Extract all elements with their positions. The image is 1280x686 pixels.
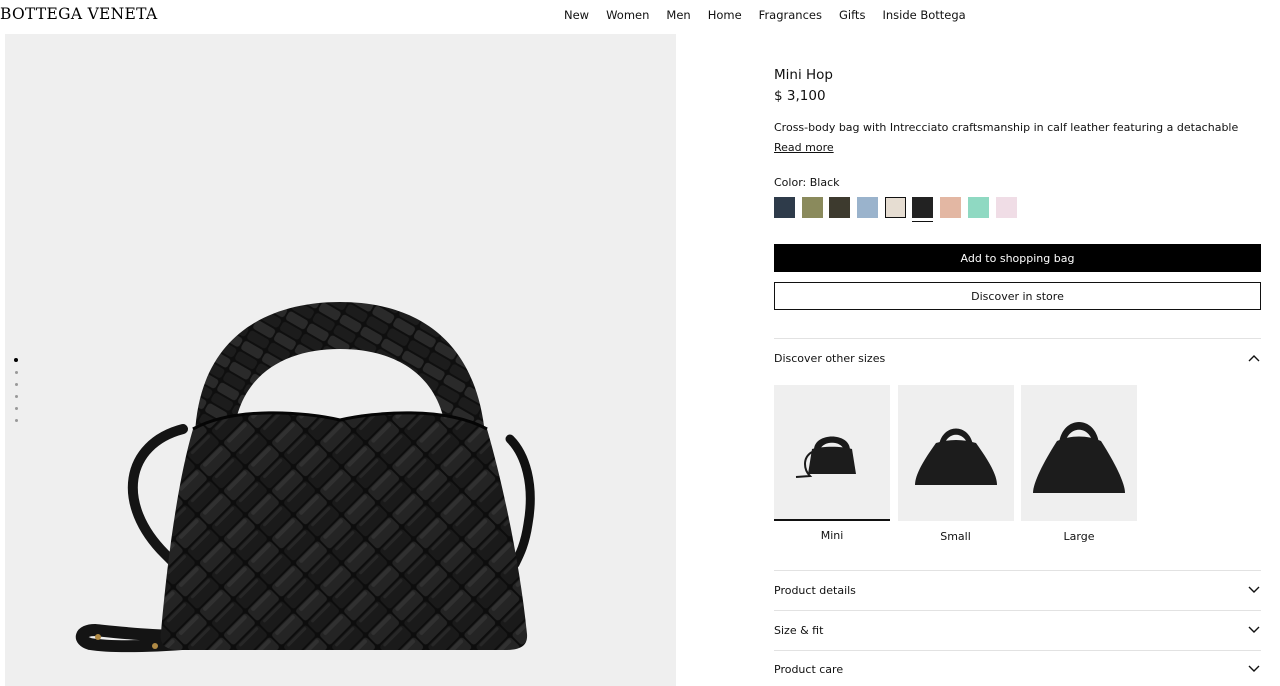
- divider: [774, 610, 1261, 611]
- accordion-size-fit-label: Size & fit: [774, 623, 824, 637]
- size-thumb-mini: [774, 385, 890, 521]
- gallery-dot-4[interactable]: [14, 395, 18, 398]
- gallery-dot-5[interactable]: [14, 407, 18, 410]
- accordion-size-fit[interactable]: Size & fit: [774, 620, 1261, 640]
- color-swatch-pink[interactable]: [995, 197, 1017, 218]
- accordion-product-details[interactable]: Product details: [774, 580, 1261, 600]
- size-options: Mini Small Large: [774, 385, 1145, 543]
- woven-black-handbag-image: [75, 302, 535, 653]
- product-description-text: Cross-body bag with Intrecciato craftsma…: [774, 121, 1239, 134]
- nav-item-inside-bottega[interactable]: Inside Bottega: [882, 8, 965, 22]
- gallery-pagination: [14, 358, 18, 422]
- small-bag-icon: [914, 428, 997, 485]
- nav-item-fragrances[interactable]: Fragrances: [759, 8, 822, 22]
- product-image-gallery[interactable]: [5, 34, 676, 686]
- nav-item-home[interactable]: Home: [708, 8, 742, 22]
- size-card-mini[interactable]: Mini: [774, 385, 890, 543]
- size-card-small[interactable]: Small: [897, 385, 1014, 543]
- nav-item-women[interactable]: Women: [606, 8, 649, 22]
- large-bag-icon: [1033, 422, 1125, 493]
- size-label-small: Small: [940, 530, 971, 543]
- color-swatch-black[interactable]: [912, 197, 934, 222]
- accordion-other-sizes-label: Discover other sizes: [774, 351, 886, 365]
- color-swatch-peach[interactable]: [940, 197, 962, 218]
- size-thumb-small: [897, 385, 1014, 521]
- gallery-dot-6[interactable]: [14, 419, 18, 422]
- gallery-dot-3[interactable]: [14, 383, 18, 386]
- main-nav: New Women Men Home Fragrances Gifts Insi…: [564, 8, 983, 22]
- color-swatch-cream[interactable]: [884, 197, 906, 218]
- product-price: $ 3,100: [774, 88, 826, 104]
- brand-logo[interactable]: BOTTEGA VENETA: [0, 5, 157, 23]
- divider: [774, 570, 1261, 571]
- size-thumb-large: [1021, 385, 1137, 521]
- accordion-product-details-label: Product details: [774, 583, 856, 597]
- gallery-dot-2[interactable]: [14, 371, 18, 374]
- color-swatch-light-blue[interactable]: [857, 197, 879, 218]
- discover-in-store-button[interactable]: Discover in store: [774, 282, 1261, 310]
- read-more-link[interactable]: Read more: [774, 141, 834, 154]
- product-title: Mini Hop: [774, 67, 833, 83]
- chevron-up-icon: [1247, 351, 1261, 365]
- product-description: Cross-body bag with Intrecciato craftsma…: [774, 118, 1261, 158]
- color-swatch-olive[interactable]: [801, 197, 823, 218]
- color-swatches: [774, 197, 1023, 222]
- size-label-mini: Mini: [820, 529, 844, 542]
- add-to-bag-button[interactable]: Add to shopping bag: [774, 244, 1261, 272]
- size-card-large[interactable]: Large: [1021, 385, 1137, 543]
- accordion-product-care[interactable]: Product care: [774, 659, 1261, 679]
- nav-item-new[interactable]: New: [564, 8, 589, 22]
- color-swatch-navy[interactable]: [774, 197, 795, 218]
- nav-item-men[interactable]: Men: [666, 8, 690, 22]
- chevron-down-icon: [1247, 623, 1261, 637]
- size-label-large: Large: [1063, 530, 1095, 543]
- chevron-down-icon: [1247, 662, 1261, 676]
- color-swatch-dark-brown[interactable]: [829, 197, 851, 218]
- color-label: Color: Black: [774, 176, 840, 189]
- chevron-down-icon: [1247, 583, 1261, 597]
- accordion-other-sizes[interactable]: Discover other sizes: [774, 348, 1261, 368]
- gallery-dot-1[interactable]: [14, 358, 18, 362]
- accordion-product-care-label: Product care: [774, 662, 844, 676]
- divider: [774, 650, 1261, 651]
- nav-item-gifts[interactable]: Gifts: [839, 8, 865, 22]
- divider: [774, 338, 1261, 339]
- mini-bag-icon: [795, 436, 856, 478]
- color-swatch-mint[interactable]: [967, 197, 989, 218]
